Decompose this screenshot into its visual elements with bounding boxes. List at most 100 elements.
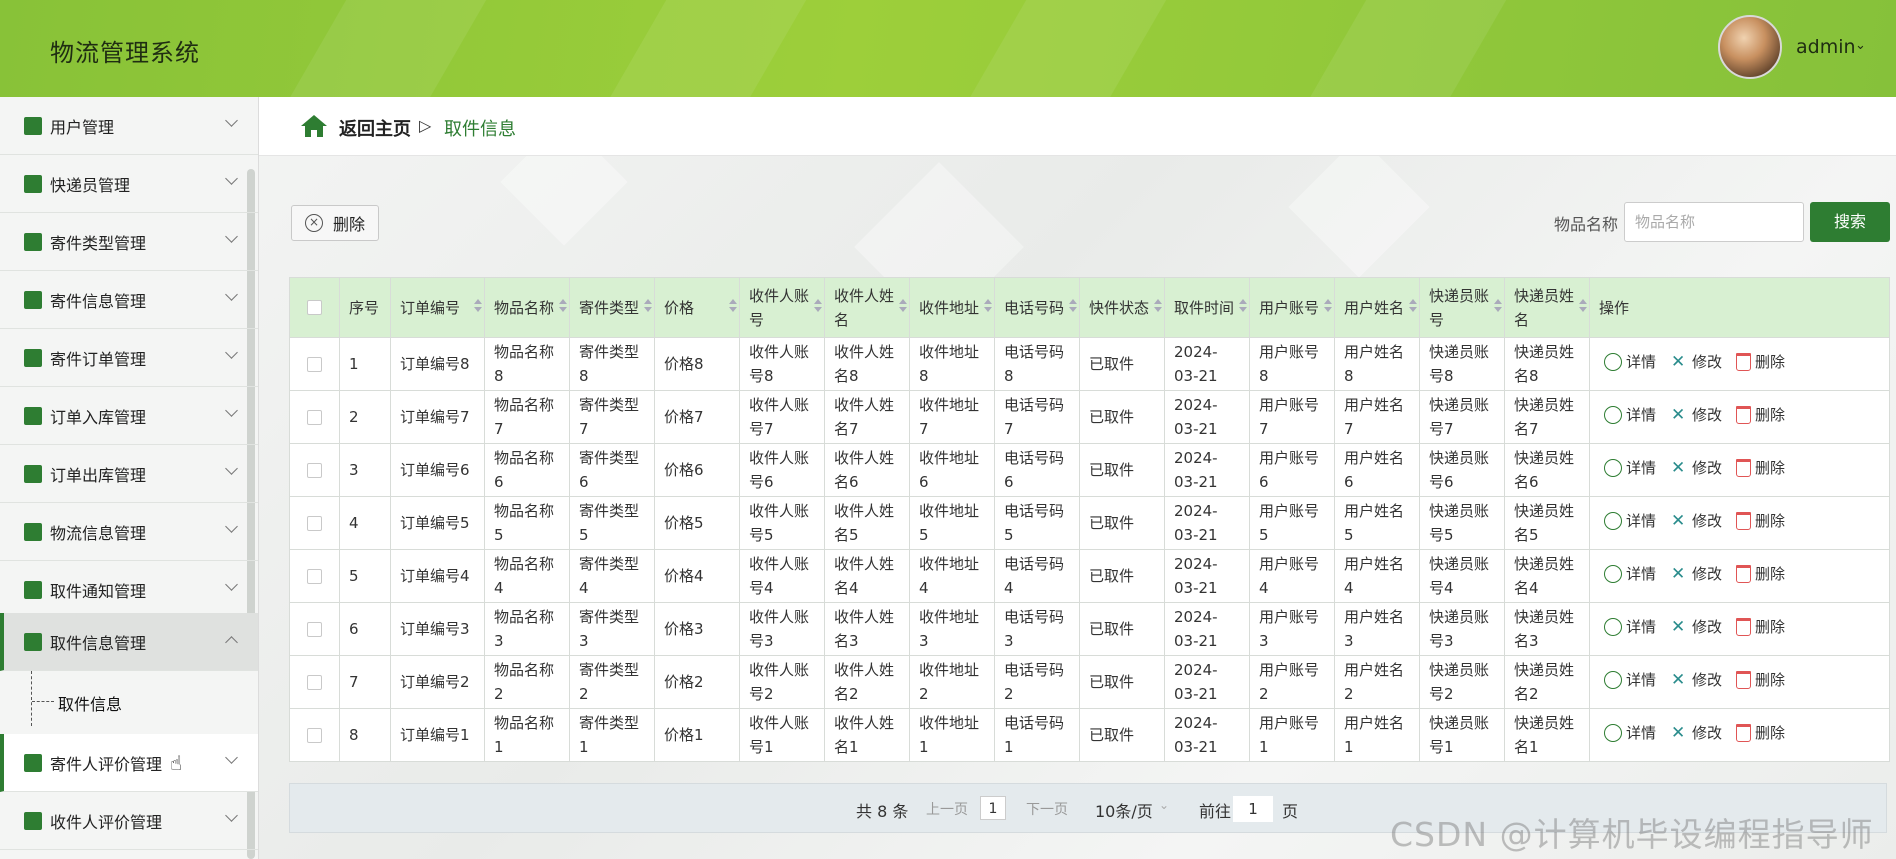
chevron-down-icon[interactable]: ⌄ — [1159, 798, 1169, 812]
sidebar-item-recipient-review-management[interactable]: 收件人评价管理 — [0, 792, 258, 850]
cell-address: 收件地址3 — [909, 602, 995, 656]
row-checkbox[interactable] — [307, 568, 322, 584]
search-button[interactable]: 搜索 — [1810, 202, 1890, 242]
sidebar-item-logistics-info-management[interactable]: 物流信息管理 — [0, 503, 258, 561]
cell-price: 价格8 — [654, 337, 740, 391]
col-header-phone[interactable]: 电话号码 — [994, 277, 1080, 338]
trash-icon — [1736, 565, 1752, 583]
sidebar-item-shipment-type-management[interactable]: 寄件类型管理 — [0, 213, 258, 271]
home-icon[interactable] — [300, 114, 328, 138]
col-header-status[interactable]: 快件状态 — [1079, 277, 1165, 338]
detail-button[interactable]: 详情 — [1604, 668, 1656, 692]
cell-pickup-time: 2024-03-21 — [1164, 655, 1250, 709]
detail-button-label: 详情 — [1626, 406, 1657, 424]
row-checkbox[interactable] — [307, 462, 322, 478]
col-header-courier-name[interactable]: 快递员姓名 — [1504, 277, 1590, 338]
col-header-item-name[interactable]: 物品名称 — [484, 277, 570, 338]
sidebar-item-courier-management[interactable]: 快递员管理 — [0, 155, 258, 213]
sidebar-subitem-pickup-info[interactable]: 取件信息 — [58, 691, 122, 715]
delete-button[interactable]: 删除 — [1736, 615, 1785, 639]
col-header-pickup-time[interactable]: 取件时间 — [1164, 277, 1250, 338]
edit-button[interactable]: 修改 — [1670, 615, 1722, 639]
select-all-checkbox[interactable] — [307, 300, 322, 315]
col-header-courier-account[interactable]: 快递员账号 — [1419, 277, 1505, 338]
edit-button[interactable]: 修改 — [1670, 509, 1722, 533]
edit-button[interactable]: 修改 — [1670, 721, 1722, 745]
chevron-down-icon[interactable]: ⌄ — [1855, 38, 1866, 53]
cell-courier-name: 快递员姓名6 — [1504, 443, 1590, 497]
col-header-recipient-name[interactable]: 收件人姓名 — [824, 277, 910, 338]
sidebar-item-label: 收件人评价管理 — [50, 812, 163, 832]
col-header-user-account[interactable]: 用户账号 — [1249, 277, 1335, 338]
sidebar-item-shipment-info-management[interactable]: 寄件信息管理 — [0, 271, 258, 329]
pagination-next-button[interactable]: 下一页 — [1026, 799, 1068, 819]
cell-user-name: 用户姓名2 — [1334, 655, 1420, 709]
edit-button[interactable]: 修改 — [1670, 403, 1722, 427]
cell-status: 已取件 — [1079, 655, 1165, 709]
row-checkbox[interactable] — [307, 409, 322, 425]
row-checkbox[interactable] — [307, 356, 322, 372]
col-header-user-name[interactable]: 用户姓名 — [1334, 277, 1420, 338]
table-row: 5 订单编号4 物品名称4 寄件类型4 价格4 收件人账号4 收件人姓名4 收件地址4 电话号码… — [289, 549, 1890, 603]
cell-user-name: 用户姓名8 — [1334, 337, 1420, 391]
user-name[interactable]: admin — [1796, 36, 1856, 58]
hand-cursor-icon: ☝ — [170, 751, 183, 775]
cell-courier-name: 快递员姓名4 — [1504, 549, 1590, 603]
pagination-page-size-select[interactable]: 10条/页 — [1095, 798, 1153, 822]
col-header-price[interactable]: 价格 — [654, 277, 740, 338]
cell-recipient-name: 收件人姓名2 — [824, 655, 910, 709]
cell-actions: 详情 修改 删除 — [1589, 708, 1890, 762]
sidebar-item-pickup-info-management[interactable]: 取件信息管理 — [0, 613, 258, 671]
cell-status: 已取件 — [1079, 390, 1165, 444]
cell-address: 收件地址6 — [909, 443, 995, 497]
col-header-recipient-account[interactable]: 收件人账号 — [739, 277, 825, 338]
avatar[interactable] — [1718, 15, 1782, 79]
sidebar-item-sender-review-management[interactable]: 寄件人评价管理 — [0, 734, 258, 792]
edit-button[interactable]: 修改 — [1670, 562, 1722, 586]
delete-button[interactable]: 删除 — [1736, 509, 1785, 533]
detail-button[interactable]: 详情 — [1604, 509, 1656, 533]
delete-button[interactable]: 删除 — [1736, 562, 1785, 586]
cell-index: 2 — [339, 390, 391, 444]
batch-delete-button[interactable]: × 删除 — [291, 205, 379, 241]
sidebar-item-shipment-order-management[interactable]: 寄件订单管理 — [0, 329, 258, 387]
cell-courier-account: 快递员账号2 — [1419, 655, 1505, 709]
pagination-prev-button[interactable]: 上一页 — [926, 799, 968, 819]
sidebar-item-pickup-notice-management[interactable]: 取件通知管理 — [0, 561, 258, 619]
delete-button[interactable]: 删除 — [1736, 721, 1785, 745]
pagination-page-number[interactable]: 1 — [980, 796, 1006, 820]
cell-actions: 详情 修改 删除 — [1589, 602, 1890, 656]
breadcrumb-home-link[interactable]: 返回主页 — [339, 115, 411, 141]
row-checkbox[interactable] — [307, 515, 322, 531]
col-header-order-no[interactable]: 订单编号 — [390, 277, 485, 338]
sidebar-item-order-inbound-management[interactable]: 订单入库管理 — [0, 387, 258, 445]
sidebar-item-order-outbound-management[interactable]: 订单出库管理 — [0, 445, 258, 503]
cell-status: 已取件 — [1079, 549, 1165, 603]
edit-button[interactable]: 修改 — [1670, 668, 1722, 692]
select-all-checkbox-cell — [289, 277, 340, 338]
cell-recipient-name: 收件人姓名4 — [824, 549, 910, 603]
cell-price: 价格4 — [654, 549, 740, 603]
detail-button[interactable]: 详情 — [1604, 350, 1656, 374]
delete-button[interactable]: 删除 — [1736, 403, 1785, 427]
edit-button[interactable]: 修改 — [1670, 456, 1722, 480]
book-icon — [24, 174, 42, 193]
delete-button[interactable]: 删除 — [1736, 668, 1785, 692]
search-input[interactable] — [1624, 202, 1804, 242]
row-checkbox[interactable] — [307, 674, 322, 690]
sidebar-item-user-management[interactable]: 用户管理 — [0, 97, 258, 155]
edit-button[interactable]: 修改 — [1670, 350, 1722, 374]
col-header-address[interactable]: 收件地址 — [909, 277, 995, 338]
detail-button[interactable]: 详情 — [1604, 456, 1656, 480]
detail-button[interactable]: 详情 — [1604, 562, 1656, 586]
row-checkbox[interactable] — [307, 621, 322, 637]
delete-button[interactable]: 删除 — [1736, 456, 1785, 480]
detail-button[interactable]: 详情 — [1604, 615, 1656, 639]
detail-button[interactable]: 详情 — [1604, 403, 1656, 427]
row-checkbox[interactable] — [307, 727, 322, 743]
col-header-shipment-type[interactable]: 寄件类型 — [569, 277, 655, 338]
detail-button[interactable]: 详情 — [1604, 721, 1656, 745]
cell-courier-name: 快递员姓名7 — [1504, 390, 1590, 444]
pagination-goto-input[interactable]: 1 — [1233, 796, 1273, 822]
delete-button[interactable]: 删除 — [1736, 350, 1785, 374]
